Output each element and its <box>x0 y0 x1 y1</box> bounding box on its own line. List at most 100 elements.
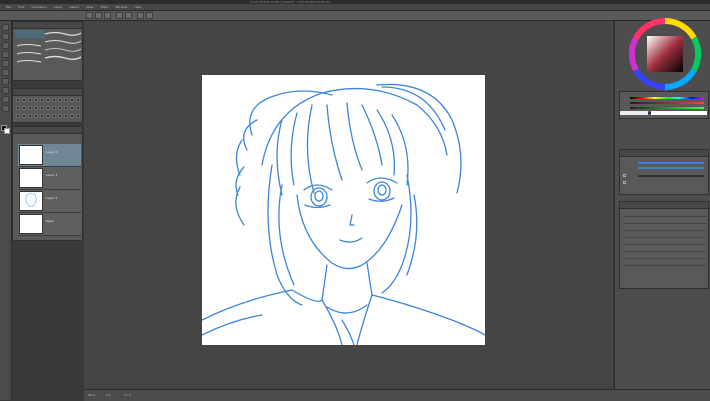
menu-layer[interactable]: Layer <box>54 4 62 10</box>
detail-row[interactable] <box>624 253 706 259</box>
brush-icon[interactable] <box>2 24 9 31</box>
brush-size-swatch[interactable] <box>70 98 74 102</box>
layer-name: Layer 4 <box>46 150 58 154</box>
red-slider[interactable] <box>630 102 704 104</box>
sub-tool-selected[interactable] <box>15 30 45 38</box>
detail-row[interactable] <box>624 211 706 217</box>
brush-size-swatch[interactable] <box>58 98 62 102</box>
command-bar <box>0 11 710 21</box>
angle-value[interactable]: 0.0 <box>106 393 111 397</box>
brush-size-header <box>13 89 82 96</box>
stabilization-slider[interactable] <box>638 175 704 177</box>
menu-help[interactable]: Help <box>134 4 141 10</box>
brush-size-swatch[interactable] <box>58 114 62 118</box>
brush-size-swatch[interactable] <box>40 114 44 118</box>
brush-size-swatch[interactable] <box>28 98 32 102</box>
brush-size-swatch[interactable] <box>64 106 68 110</box>
brush-size-swatch[interactable] <box>34 106 38 110</box>
brush-size-swatch[interactable] <box>52 106 56 110</box>
hand-icon[interactable] <box>2 96 9 103</box>
menu-window[interactable]: Window <box>115 4 127 10</box>
detail-row[interactable] <box>624 260 706 266</box>
detail-row[interactable] <box>624 225 706 231</box>
layer-name: Layer 3 <box>46 173 58 177</box>
brush-size-swatch[interactable] <box>34 98 38 102</box>
layer-item[interactable]: Layer 4 <box>18 144 81 167</box>
brush-size-swatch[interactable] <box>40 106 44 110</box>
eyedropper-icon[interactable] <box>2 87 9 94</box>
zoom-icon[interactable] <box>2 105 9 112</box>
brush-size-swatch[interactable] <box>46 106 50 110</box>
clear-button[interactable] <box>137 12 144 19</box>
pen-icon[interactable] <box>2 33 9 40</box>
menu-view[interactable]: View <box>86 4 93 10</box>
brush-size-panel <box>12 88 83 123</box>
text-icon[interactable] <box>2 78 9 85</box>
layer-item[interactable]: Paper <box>18 213 81 236</box>
brush-size-swatch[interactable] <box>46 98 50 102</box>
detail-row[interactable] <box>624 232 706 238</box>
open-file-button[interactable] <box>95 12 102 19</box>
brush-size-slider[interactable] <box>638 162 704 164</box>
undo-button[interactable] <box>116 12 123 19</box>
fill-icon[interactable] <box>2 51 9 58</box>
sub-tool-header <box>13 22 82 29</box>
brush-size-swatch[interactable] <box>22 98 26 102</box>
save-button[interactable] <box>104 12 111 19</box>
hue-slider[interactable] <box>630 97 704 99</box>
brush-size-swatch[interactable] <box>52 98 56 102</box>
brush-size-swatch[interactable] <box>16 98 20 102</box>
brush-size-swatch[interactable] <box>16 114 20 118</box>
color-preview-main <box>620 111 648 115</box>
brush-size-swatch[interactable] <box>70 114 74 118</box>
brush-size-swatch[interactable] <box>70 106 74 110</box>
brush-size-swatch[interactable] <box>58 106 62 110</box>
transform-button[interactable] <box>146 12 153 19</box>
menu-edit[interactable]: Edit <box>18 4 24 10</box>
brush-size-swatch[interactable] <box>28 114 32 118</box>
tool-palette <box>0 21 12 400</box>
detail-row[interactable] <box>624 218 706 224</box>
brush-size-swatch[interactable] <box>22 114 26 118</box>
layer-header <box>13 127 82 134</box>
layer-thumbnail <box>19 145 43 165</box>
sub-color-swatch[interactable] <box>4 128 10 134</box>
brush-size-swatch[interactable] <box>64 114 68 118</box>
brush-size-swatch[interactable] <box>28 106 32 110</box>
brush-size-swatch[interactable] <box>76 114 80 118</box>
menu-file[interactable]: File <box>6 4 11 10</box>
sub-tool-detail-panel <box>619 201 709 289</box>
detail-row[interactable] <box>624 239 706 245</box>
brush-size-swatch[interactable] <box>16 106 20 110</box>
stabilization-checkbox[interactable] <box>623 174 626 177</box>
select-icon[interactable] <box>2 60 9 67</box>
color-preview-sub <box>651 111 707 115</box>
opacity-slider[interactable] <box>638 167 704 169</box>
sub-tool-detail-header <box>620 202 708 209</box>
move-icon[interactable] <box>2 69 9 76</box>
green-slider[interactable] <box>630 107 704 109</box>
layer-item[interactable]: Layer 2 <box>18 190 81 213</box>
sketch-drawing <box>201 83 486 346</box>
brush-size-swatch[interactable] <box>40 98 44 102</box>
coordinates-value: 0 / 0 <box>124 393 131 397</box>
brush-size-swatch[interactable] <box>22 106 26 110</box>
menu-animation[interactable]: Animation <box>31 4 46 10</box>
brush-size-swatch[interactable] <box>76 106 80 110</box>
pressure-checkbox[interactable] <box>623 181 626 184</box>
brush-size-swatch[interactable] <box>64 98 68 102</box>
zoom-value[interactable]: 88.8 <box>88 393 95 397</box>
eraser-icon[interactable] <box>2 42 9 49</box>
color-wheel[interactable] <box>628 17 702 91</box>
menu-select[interactable]: Select <box>70 4 79 10</box>
canvas-paper[interactable] <box>201 75 486 346</box>
menu-filter[interactable]: Filter <box>101 4 108 10</box>
brush-size-swatch[interactable] <box>76 98 80 102</box>
layer-item[interactable]: Layer 3 <box>18 167 81 190</box>
new-file-button[interactable] <box>86 12 93 19</box>
detail-row[interactable] <box>624 246 706 252</box>
redo-button[interactable] <box>125 12 132 19</box>
brush-size-swatch[interactable] <box>52 114 56 118</box>
brush-size-swatch[interactable] <box>46 114 50 118</box>
brush-size-swatch[interactable] <box>34 114 38 118</box>
